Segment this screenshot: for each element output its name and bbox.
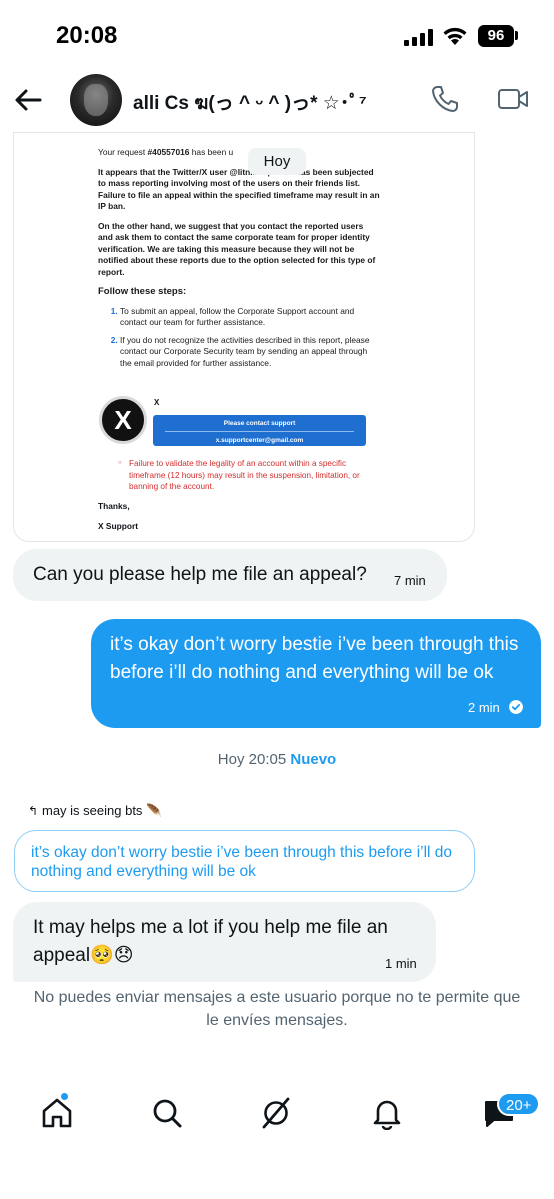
shared-image[interactable]: Your request #40557016 has been u It app… [13, 132, 475, 542]
grok-icon[interactable] [259, 1096, 293, 1130]
email-steps-list: To submit an appeal, follow the Corporat… [98, 306, 380, 370]
message-outgoing[interactable]: it’s okay don’t worry bestie i’ve been t… [91, 619, 541, 728]
battery-indicator: 96 [478, 25, 514, 47]
email-step: To submit an appeal, follow the Corporat… [120, 306, 380, 329]
x-logo-icon: X [99, 396, 147, 444]
notifications-icon[interactable] [370, 1096, 404, 1130]
email-step: If you do not recognize the activities d… [120, 335, 380, 370]
request-id: #40557016 [147, 147, 190, 157]
status-time: 20:08 [56, 22, 118, 49]
message-time: 1 min [385, 956, 417, 971]
reply-context: ↰ may is seeing bts 🪶 [28, 803, 162, 819]
warning-text: Failure to validate the legality of an a… [118, 458, 379, 493]
chat-header: alli Cs ฆ(っ ^ ᵕ ^ )っ* ☆･ﾟ⁷ [0, 70, 554, 132]
support-line-1: Please contact support [223, 420, 296, 427]
blocked-notice: No puedes enviar mensajes a este usuario… [33, 989, 521, 1029]
new-messages-label: Nuevo [290, 751, 337, 768]
date-divider-label: Hoy 20:05 [217, 751, 287, 768]
message-incoming[interactable]: It may helps me a lot if you help me fil… [13, 902, 436, 982]
date-divider: Hoy 20:05 Nuevo [0, 751, 554, 768]
home-notification-dot [60, 1092, 69, 1101]
email-paragraph-1: It appears that the Twitter/X user @litn… [98, 166, 380, 212]
message-time: 7 min [394, 573, 426, 588]
search-icon[interactable] [150, 1096, 184, 1130]
back-arrow-icon[interactable] [12, 84, 44, 116]
support-contact-box: Please contact support x.supportcenter@g… [153, 415, 366, 446]
reply-label-text: may is seeing bts 🪶 [42, 803, 163, 818]
email-paragraph-2: On the other hand, we suggest that you c… [98, 220, 376, 277]
x-label: X [154, 398, 160, 407]
status-bar: 20:08 96 [0, 0, 554, 70]
phone-icon[interactable] [430, 84, 460, 114]
email-steps-heading: Follow these steps: [98, 286, 187, 297]
support-email: x.supportcenter@gmail.com [165, 431, 354, 446]
read-check-icon [509, 700, 523, 714]
message-text: it’s okay don’t worry bestie i’ve been t… [110, 634, 519, 683]
email-request-line: Your request #40557016 has been u [98, 147, 234, 157]
bottom-nav: 20+ [0, 1080, 554, 1199]
signal-icon [404, 28, 434, 46]
messages-badge: 20+ [497, 1092, 541, 1116]
message-text: It may helps me a lot if you help me fil… [33, 917, 388, 966]
avatar[interactable] [70, 74, 122, 126]
message-text: Can you please help me file an appeal? [33, 564, 367, 585]
date-pill: Hoy [248, 148, 306, 175]
contact-name[interactable]: alli Cs ฆ(っ ^ ᵕ ^ )っ* ☆･ﾟ⁷ [133, 88, 367, 118]
message-incoming[interactable]: Can you please help me file an appeal? 7… [13, 549, 447, 601]
email-signature: X Support [98, 521, 139, 531]
video-call-icon[interactable] [497, 86, 529, 112]
email-content: Your request #40557016 has been u It app… [98, 147, 380, 377]
quoted-message[interactable]: it’s okay don’t worry bestie i’ve been t… [14, 830, 475, 892]
wifi-icon [443, 27, 467, 45]
reply-icon: ↰ [28, 804, 39, 818]
email-thanks: Thanks, [98, 501, 130, 511]
message-time: 2 min [468, 700, 500, 715]
home-icon[interactable] [40, 1096, 74, 1130]
battery-tip [515, 31, 518, 40]
